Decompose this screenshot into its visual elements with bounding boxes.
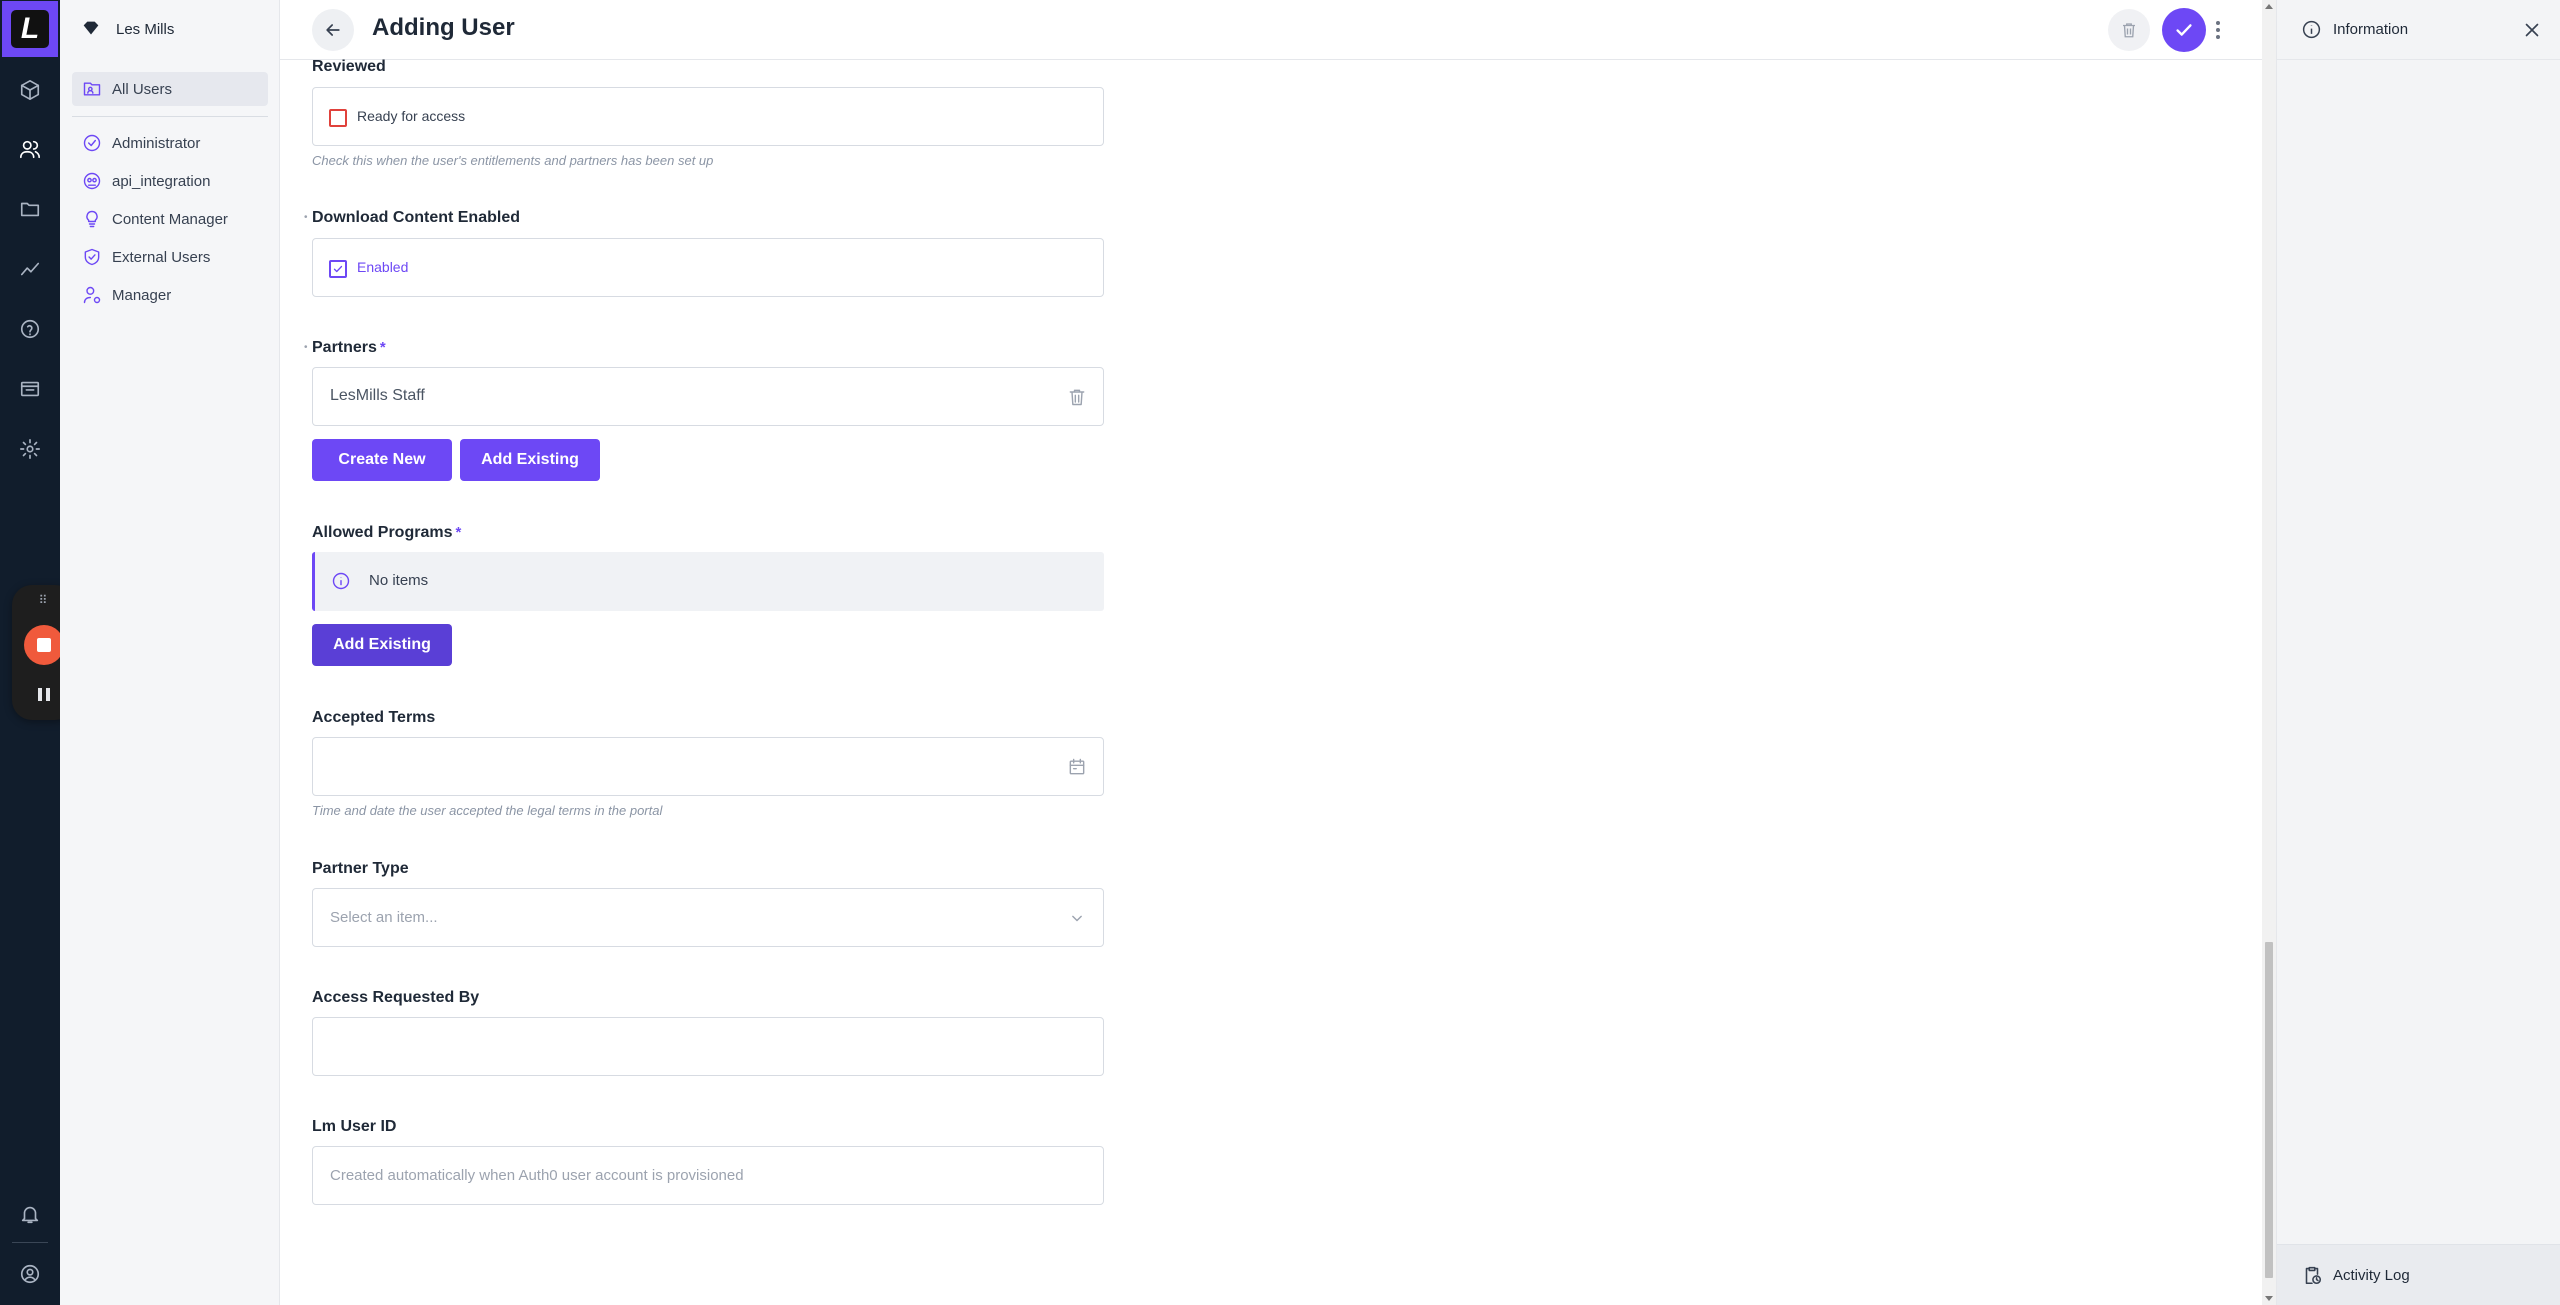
help-icon[interactable] (0, 307, 60, 351)
save-button[interactable] (2162, 8, 2206, 52)
scroll-thumb[interactable] (2265, 942, 2273, 1278)
information-panel: Information Activity Log (2276, 0, 2560, 1305)
box-icon[interactable] (0, 68, 60, 112)
settings-icon[interactable] (0, 427, 60, 471)
stop-recording-button[interactable] (24, 625, 64, 665)
page-header: Adding User (280, 0, 2264, 60)
programs-empty-state: No items (312, 552, 1104, 611)
close-icon[interactable] (2521, 19, 2543, 41)
bell-icon[interactable] (0, 1192, 60, 1236)
sidebar-item-label: All Users (112, 80, 173, 98)
empty-state-text: No items (369, 572, 429, 589)
account-icon[interactable] (0, 1252, 60, 1296)
field-marker-dot: • (304, 342, 308, 353)
partner-type-label: Partner Type (312, 860, 409, 877)
add-existing-program-button[interactable]: Add Existing (312, 624, 452, 666)
scroll-up-arrow-icon[interactable] (2265, 4, 2273, 9)
page-title: Adding User (372, 14, 515, 41)
field-marker-dot: • (304, 212, 308, 223)
sidebar-item-label: api_integration (112, 172, 211, 190)
add-existing-partner-button[interactable]: Add Existing (460, 439, 600, 481)
reviewed-checkbox[interactable] (329, 109, 347, 127)
reviewed-field[interactable]: Ready for access (312, 87, 1104, 146)
sidebar-item-label: Manager (112, 286, 172, 304)
users-folder-icon (83, 82, 101, 96)
required-asterisk: * (379, 339, 386, 356)
trash-icon (1069, 389, 1085, 406)
reviewed-checkbox-label: Ready for access (357, 108, 466, 124)
sidebar-item-label: External Users (112, 248, 211, 266)
sidebar-item-all-users[interactable]: All Users (72, 72, 268, 106)
requested-by-label: Access Requested By (312, 989, 480, 1006)
org-switcher[interactable]: Les Mills (80, 18, 174, 40)
scroll-down-arrow-icon[interactable] (2265, 1296, 2273, 1301)
download-checkbox[interactable] (329, 260, 347, 278)
lightbulb-icon (86, 210, 98, 228)
stop-icon (37, 638, 51, 652)
partners-label: Partners * (312, 339, 386, 356)
lm-user-id-input[interactable]: Created automatically when Auth0 user ac… (312, 1146, 1104, 1205)
user-cog-icon (83, 286, 101, 304)
terms-hint: Time and date the user accepted the lega… (312, 803, 663, 818)
sidebar-item-label: Administrator (112, 134, 201, 152)
delete-button[interactable] (2108, 9, 2150, 51)
info-icon (2302, 20, 2321, 39)
more-menu-icon[interactable] (2212, 18, 2224, 42)
required-asterisk: * (455, 524, 462, 541)
terms-date-input[interactable] (312, 737, 1104, 796)
pause-recording-button[interactable] (34, 684, 54, 704)
download-checkbox-label: Enabled (357, 259, 409, 275)
reviewed-hint: Check this when the user's entitlements … (312, 153, 714, 168)
activity-log-button[interactable]: Activity Log (2277, 1244, 2560, 1305)
partners-item: LesMills Staff (312, 367, 1104, 426)
sidebar-item-api-integration[interactable]: api_integration (72, 164, 268, 198)
info-panel-title: Information (2333, 21, 2409, 38)
users-icon[interactable] (0, 127, 60, 171)
api-icon (83, 172, 101, 190)
chevron-down-icon (1067, 908, 1087, 928)
calendar-svg (1069, 758, 1085, 775)
secondary-sidebar: Les Mills All Users Administrator api_in… (60, 0, 280, 1305)
programs-label: Allowed Programs * (312, 524, 462, 541)
app-logo[interactable]: L (2, 1, 58, 57)
partner-type-placeholder: Select an item... (330, 909, 438, 926)
media-icon[interactable] (0, 367, 60, 411)
rail-divider (12, 1242, 48, 1243)
arrow-left-icon (326, 24, 340, 36)
calendar-icon[interactable] (1067, 757, 1087, 777)
info-icon (332, 572, 350, 590)
reviewed-label: Reviewed (312, 58, 386, 75)
lm-user-id-label: Lm User ID (312, 1118, 397, 1135)
partner-name[interactable]: LesMills Staff (330, 387, 425, 405)
sidebar-item-content-manager[interactable]: Content Manager (72, 202, 268, 236)
chart-icon[interactable] (0, 247, 60, 291)
org-name: Les Mills (116, 20, 175, 38)
back-button[interactable] (312, 9, 354, 51)
checkmark-icon (333, 265, 343, 273)
shield-check-icon (84, 248, 100, 266)
lm-user-id-placeholder: Created automatically when Auth0 user ac… (330, 1167, 744, 1184)
sidebar-item-label: Content Manager (112, 210, 228, 228)
sidebar-item-administrator[interactable]: Administrator (72, 126, 268, 160)
badge-check-icon (83, 134, 101, 152)
diamond-logo-icon (83, 21, 99, 35)
sidebar-item-external-users[interactable]: External Users (72, 240, 268, 274)
terms-label: Accepted Terms (312, 709, 436, 726)
remove-partner-button[interactable] (1067, 387, 1087, 407)
download-field[interactable]: Enabled (312, 238, 1104, 297)
folder-icon[interactable] (0, 187, 60, 231)
check-icon (2176, 24, 2192, 36)
sidebar-divider (72, 116, 268, 117)
download-label: Download Content Enabled (312, 209, 520, 226)
info-panel-header: Information (2277, 0, 2560, 60)
partner-type-select[interactable]: Select an item... (312, 888, 1104, 947)
trash-icon (2123, 23, 2135, 38)
main-scrollbar[interactable] (2262, 0, 2276, 1305)
activity-log-label: Activity Log (2333, 1267, 2410, 1284)
create-new-partner-button[interactable]: Create New (312, 439, 452, 481)
requested-by-input[interactable] (312, 1017, 1104, 1076)
sidebar-item-manager[interactable]: Manager (72, 278, 268, 312)
clipboard-clock-icon (2305, 1266, 2322, 1285)
